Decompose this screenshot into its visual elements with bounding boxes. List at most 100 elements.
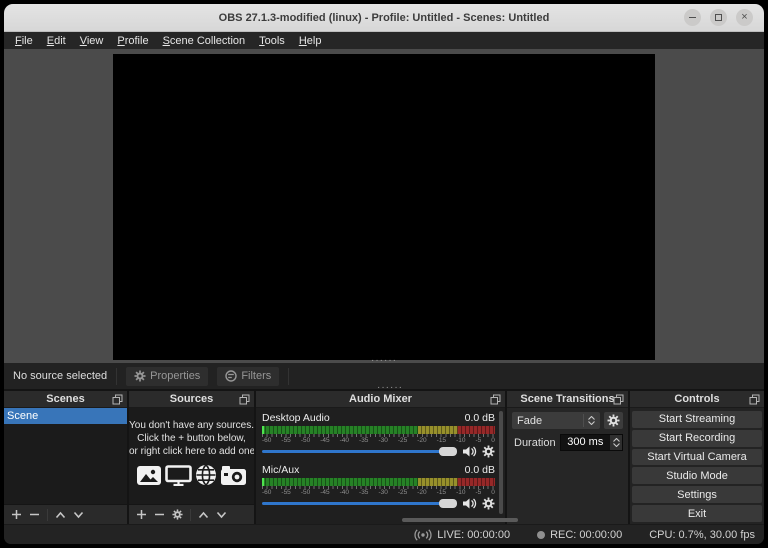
tick-label: -40 <box>340 489 349 496</box>
studio-mode-button[interactable]: Studio Mode <box>632 467 762 484</box>
program-canvas[interactable] <box>113 54 655 360</box>
scenes-list[interactable]: Scene <box>4 408 127 504</box>
controls-dock-title: Controls <box>674 393 719 405</box>
camera-icon <box>220 465 247 486</box>
status-bar: LIVE: 00:00:00 REC: 00:00:00 CPU: 0.7%, … <box>4 524 764 544</box>
close-icon: × <box>741 12 747 23</box>
tick-label: -10 <box>456 437 465 444</box>
volume-slider[interactable] <box>262 499 457 508</box>
sources-empty-state[interactable]: You don't have any sources.Click the + b… <box>129 408 254 504</box>
rec-status: REC: 00:00:00 <box>537 529 622 541</box>
scene-transitions-dock-title: Scene Transitions <box>520 393 614 405</box>
tick-label: -30 <box>378 437 387 444</box>
broadcast-icon <box>414 529 432 541</box>
start-streaming-button[interactable]: Start Streaming <box>632 411 762 428</box>
sources-plus-icon[interactable] <box>136 509 147 520</box>
scenes-plus-icon[interactable] <box>11 509 22 520</box>
gear-icon <box>134 370 146 382</box>
popout-icon[interactable] <box>112 394 123 405</box>
audio-mixer-dock-title: Audio Mixer <box>349 393 412 405</box>
minimize-button[interactable] <box>684 9 701 26</box>
obs-window: OBS 27.1.3-modified (linux) - Profile: U… <box>4 4 764 544</box>
popout-icon[interactable] <box>749 394 760 405</box>
splitter-grip[interactable]: ······ <box>371 358 397 363</box>
slider-handle[interactable] <box>439 499 457 508</box>
sources-down-icon[interactable] <box>216 511 227 519</box>
separator <box>116 368 117 385</box>
scenes-minus-icon[interactable] <box>29 509 40 520</box>
horizontal-scrollbar[interactable] <box>402 518 518 522</box>
sources-gear-icon[interactable] <box>172 509 183 520</box>
separator <box>288 368 289 385</box>
properties-button[interactable]: Properties <box>126 367 208 386</box>
tick-label: -50 <box>301 489 310 496</box>
start-virtual-camera-button[interactable]: Start Virtual Camera <box>632 449 762 466</box>
slider-track <box>262 450 457 453</box>
tick-label: 0 <box>491 437 495 444</box>
speaker-icon[interactable] <box>462 497 477 510</box>
scenes-dock: Scenes Scene <box>4 391 127 524</box>
popout-icon[interactable] <box>613 394 624 405</box>
tick-label: -50 <box>301 437 310 444</box>
menu-bar: FileEditViewProfileScene CollectionTools… <box>4 32 764 49</box>
scene-list-item[interactable]: Scene <box>4 408 127 424</box>
menu-file[interactable]: File <box>8 33 40 49</box>
sources-minus-icon[interactable] <box>154 509 165 520</box>
tick-label: -5 <box>475 437 481 444</box>
volume-slider[interactable] <box>262 447 457 456</box>
menu-profile[interactable]: Profile <box>110 33 155 49</box>
live-time: LIVE: 00:00:00 <box>437 529 510 541</box>
menu-help[interactable]: Help <box>292 33 329 49</box>
transition-settings-button[interactable] <box>604 412 623 429</box>
scene-transitions-dock-header[interactable]: Scene Transitions <box>507 391 628 408</box>
scene-transitions-body: Fade Duration 300 ms <box>507 408 628 524</box>
tick-label: -35 <box>359 437 368 444</box>
filters-button[interactable]: Filters <box>217 367 279 386</box>
sources-dock-header[interactable]: Sources <box>129 391 254 408</box>
audio-mixer-dock-header[interactable]: Audio Mixer <box>256 391 505 408</box>
tick-label: -15 <box>437 437 446 444</box>
tick-label: -30 <box>378 489 387 496</box>
channel-db-value: 0.0 dB <box>465 412 495 425</box>
start-recording-button[interactable]: Start Recording <box>632 430 762 447</box>
popout-icon[interactable] <box>239 394 250 405</box>
audio-mixer-body: Desktop Audio0.0 dB-60-55-50-45-40-35-30… <box>256 408 505 524</box>
controls-dock-header[interactable]: Controls <box>630 391 764 408</box>
gear-icon[interactable] <box>482 445 495 458</box>
slider-handle[interactable] <box>439 447 457 456</box>
duration-spinbox[interactable]: 300 ms <box>560 434 623 451</box>
menu-tools[interactable]: Tools <box>252 33 292 49</box>
exit-button[interactable]: Exit <box>632 505 762 522</box>
menu-scene-collection[interactable]: Scene Collection <box>156 33 253 49</box>
maximize-button[interactable] <box>710 9 727 26</box>
title-bar[interactable]: OBS 27.1.3-modified (linux) - Profile: U… <box>4 4 764 32</box>
spinner-arrows[interactable] <box>610 435 622 450</box>
scenes-up-icon[interactable] <box>55 511 66 519</box>
menu-view[interactable]: View <box>73 33 111 49</box>
meter-scale: -60-55-50-45-40-35-30-25-20-15-10-50 <box>262 434 495 444</box>
scenes-dock-header[interactable]: Scenes <box>4 391 127 408</box>
channel-header: Mic/Aux0.0 dB <box>262 464 495 477</box>
dock-area: ······ Scenes Scene Sources You don't ha… <box>4 389 764 524</box>
scenes-down-icon[interactable] <box>73 511 84 519</box>
vertical-scrollbar[interactable] <box>499 411 503 514</box>
menu-edit[interactable]: Edit <box>40 33 73 49</box>
tick-label: -25 <box>398 489 407 496</box>
tick-label: -20 <box>417 437 426 444</box>
splitter-grip[interactable]: ······ <box>377 385 403 390</box>
popout-icon[interactable] <box>490 394 501 405</box>
no-source-label: No source selected <box>13 370 107 382</box>
maximize-icon <box>715 14 722 21</box>
gear-icon[interactable] <box>482 497 495 510</box>
close-button[interactable]: × <box>736 9 753 26</box>
window-controls: × <box>684 9 764 26</box>
settings-button[interactable]: Settings <box>632 486 762 503</box>
sources-dock: Sources You don't have any sources.Click… <box>129 391 254 524</box>
sources-empty-text: Click the + button below, <box>129 432 254 445</box>
tick-label: -55 <box>281 437 290 444</box>
sources-up-icon[interactable] <box>198 511 209 519</box>
volume-meter <box>262 478 495 486</box>
minimize-icon <box>689 17 696 19</box>
speaker-icon[interactable] <box>462 445 477 458</box>
transition-select[interactable]: Fade <box>512 412 600 429</box>
